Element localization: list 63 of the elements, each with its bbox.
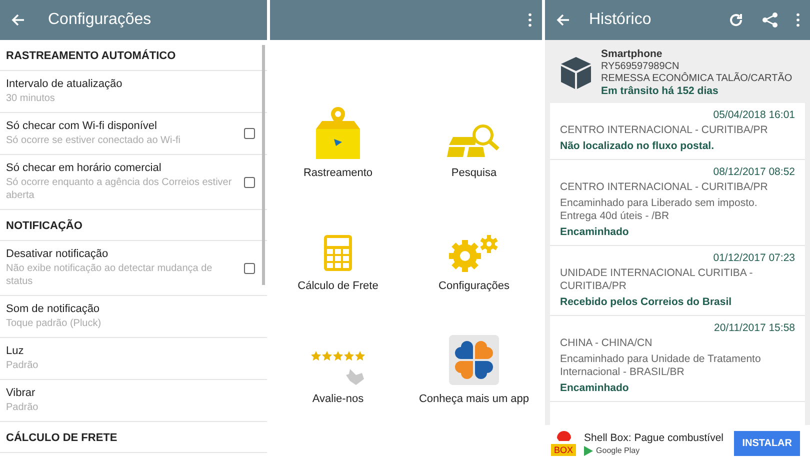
- box-pin-icon: [314, 105, 362, 159]
- event-datetime: 01/12/2017 07:23: [713, 252, 795, 264]
- event-status: Não localizado no fluxo postal.: [560, 140, 716, 152]
- setting-title[interactable]: Desativar notificação: [6, 248, 234, 260]
- setting-summary: 30 minutos: [6, 92, 56, 105]
- transit-status: Em trânsito há 152 dias: [601, 85, 720, 97]
- event-place: CENTRO INTERNACIONAL - CURITIBA/PR: [560, 181, 769, 194]
- package-icon: [561, 56, 591, 88]
- service-type: REMESSA ECONÔMICA TALÃO/CARTÃO: [601, 73, 794, 84]
- setting-summary: Padrão: [6, 359, 40, 372]
- event-detail: Encaminhado para Unidade de Tratamento Internacional - BRASIL/BR: [560, 353, 762, 379]
- menu-item-label[interactable]: Rastreamento: [303, 167, 373, 179]
- menu-item-label[interactable]: Configurações: [438, 280, 510, 292]
- setting-summary: Não exibe notificação ao detectar mudança de status: [6, 262, 214, 288]
- ad-badge: BOX: [551, 444, 576, 456]
- tracking-code: RY569597989CN: [601, 61, 680, 72]
- setting-title[interactable]: Luz: [6, 345, 261, 357]
- share-icon[interactable]: [762, 12, 778, 28]
- setting-summary: Padrão: [6, 401, 40, 414]
- event-place: CHINA - CHINA/CN: [560, 337, 654, 350]
- event-status: Recebido pelos Correios do Brasil: [560, 296, 733, 308]
- back-icon[interactable]: [555, 12, 571, 28]
- setting-title[interactable]: Vibrar: [6, 387, 261, 399]
- setting-summary: Toque padrão (Pluck): [6, 317, 102, 330]
- setting-title[interactable]: Intervalo de atualização: [6, 78, 261, 90]
- event-status: Encaminhado: [560, 226, 630, 238]
- play-icon: [584, 446, 594, 456]
- event-datetime: 20/11/2017 15:58: [714, 322, 795, 334]
- setting-summary: Só ocorre se estiver conectado ao Wi-fi: [6, 134, 182, 147]
- checkbox[interactable]: [244, 176, 255, 188]
- more-icon[interactable]: [528, 13, 532, 27]
- map-magnifier-icon: [447, 123, 501, 159]
- ad-title: Shell Box: Pague combustível: [584, 432, 725, 444]
- menu-item-label[interactable]: Pesquisa: [451, 167, 497, 179]
- ad-banner[interactable]: BOX Shell Box: Pague combustível Google Play INSTALAR: [545, 425, 810, 462]
- install-button[interactable]: INSTALAR: [734, 431, 800, 456]
- setting-title[interactable]: Som de notificação: [6, 303, 261, 315]
- setting-title[interactable]: Só checar em horário comercial: [6, 162, 234, 174]
- refresh-icon[interactable]: [728, 12, 744, 28]
- event-datetime: 08/12/2017 08:52: [713, 166, 795, 178]
- calculator-icon: [323, 234, 353, 272]
- event-datetime: 05/04/2018 16:01: [713, 109, 795, 121]
- screen-title: Histórico: [589, 11, 652, 29]
- event-detail: Encaminhado para Liberado sem imposto. Entrega 40d úteis - /BR: [560, 197, 758, 223]
- package-name: Smartphone: [601, 48, 664, 60]
- setting-summary: Só ocorre enquanto a agência dos Correios estiver aberta: [6, 176, 233, 202]
- menu-item-label[interactable]: Cálculo de Frete: [298, 280, 378, 292]
- checkbox[interactable]: [244, 262, 255, 274]
- event-status: Encaminhado: [560, 382, 630, 394]
- screen-title: Configurações: [48, 11, 152, 29]
- section-header: CÁLCULO DE FRETE: [0, 422, 267, 453]
- more-icon[interactable]: [796, 13, 800, 27]
- gears-icon: [447, 234, 501, 272]
- clover-app-icon: [449, 335, 499, 385]
- event-place: UNIDADE INTERNACIONAL CURITIBA - CURITIBA/PR: [560, 267, 754, 293]
- store-name: Google Play: [596, 446, 640, 455]
- menu-item-label[interactable]: Conheça mais um app: [418, 393, 530, 405]
- event-place: CENTRO INTERNACIONAL - CURITIBA/PR: [560, 124, 769, 137]
- stars-hand-icon: [310, 351, 366, 385]
- setting-title[interactable]: Só checar com Wi-fi disponível: [6, 120, 234, 132]
- checkbox[interactable]: [244, 128, 255, 139]
- menu-item-label[interactable]: Avalie-nos: [312, 393, 364, 405]
- back-icon[interactable]: [10, 12, 26, 28]
